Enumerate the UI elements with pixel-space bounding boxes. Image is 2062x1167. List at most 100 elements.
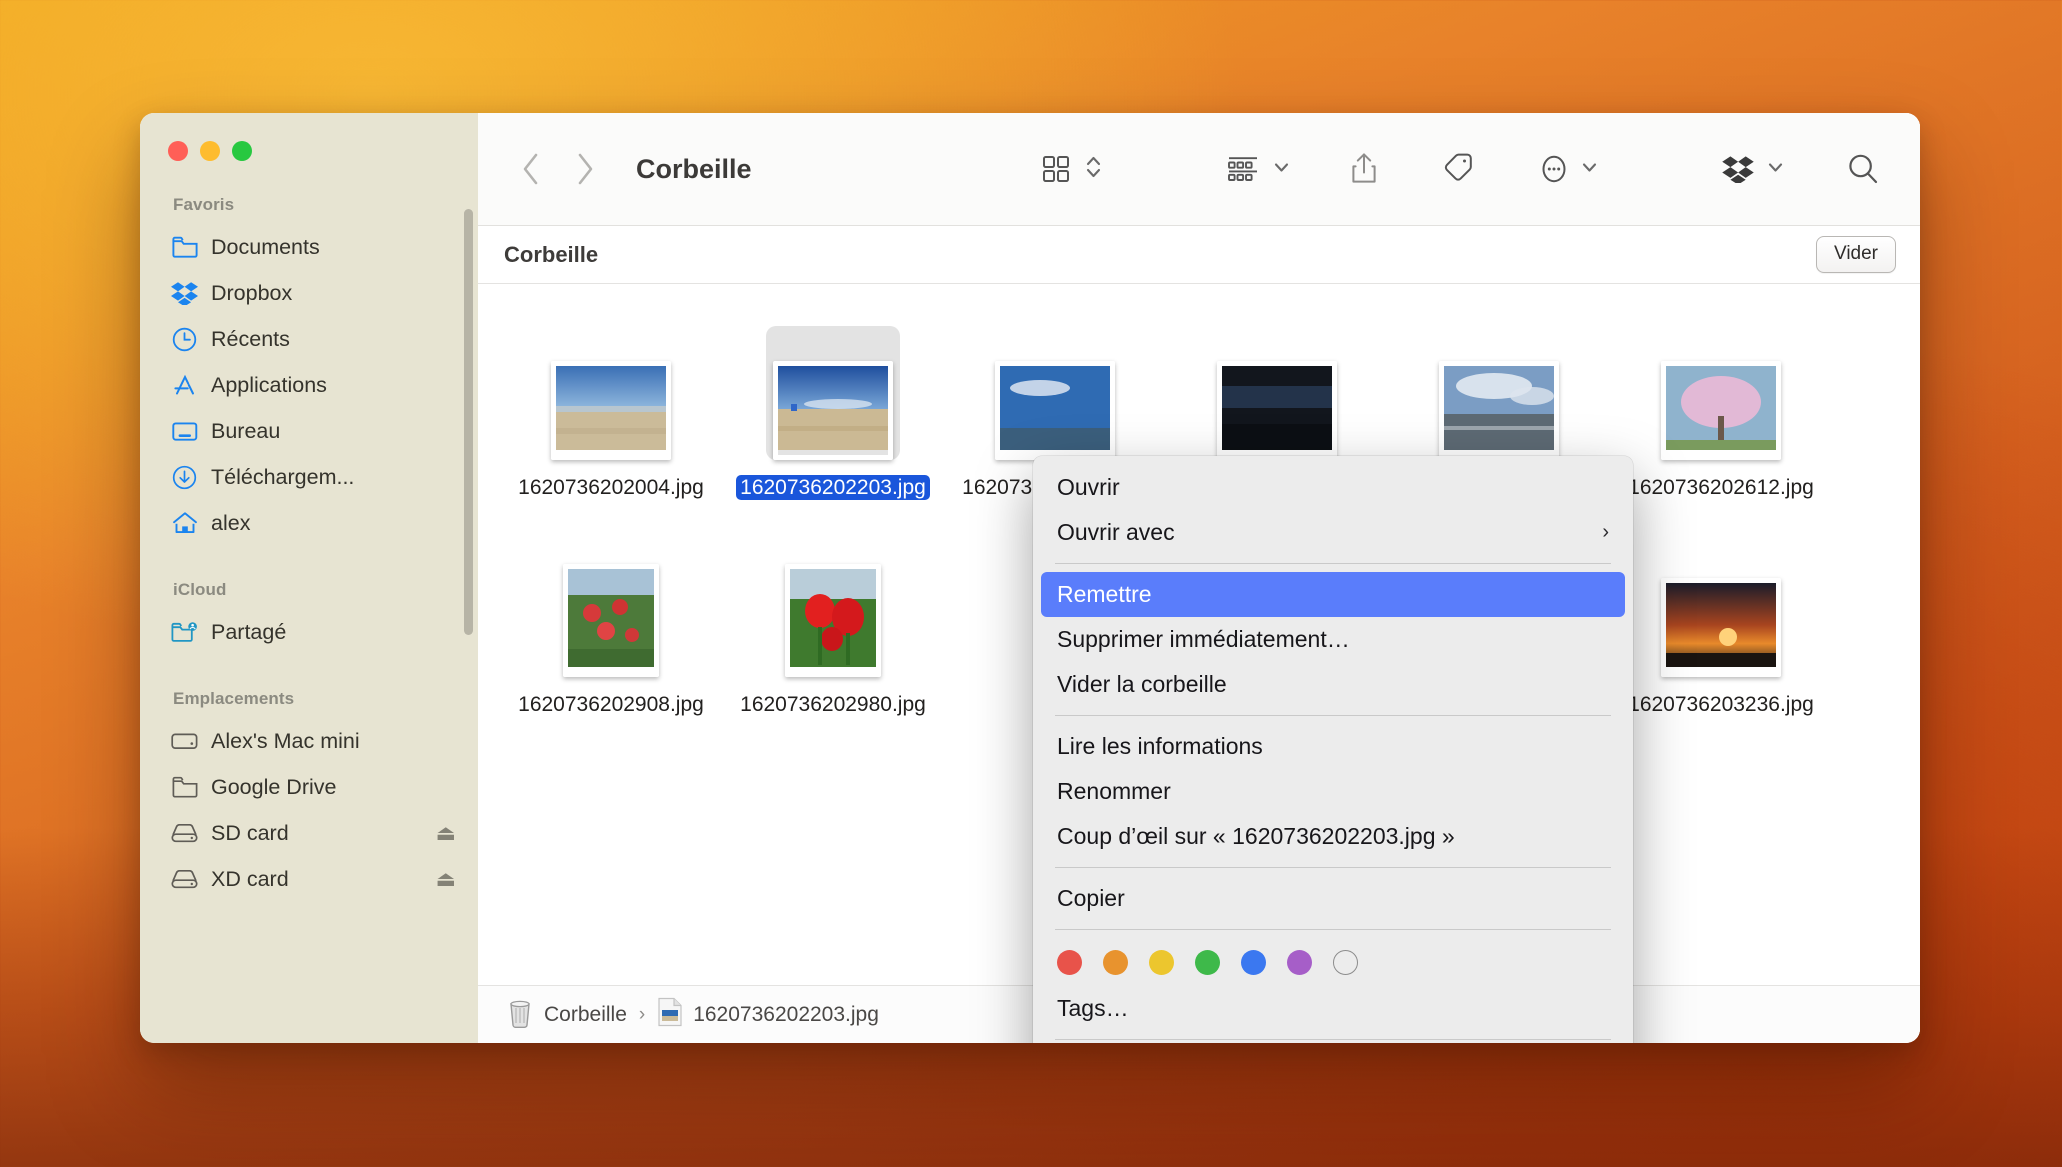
more-actions-control[interactable] bbox=[1534, 152, 1598, 186]
chevron-down-icon[interactable] bbox=[1767, 160, 1784, 179]
folder-icon bbox=[171, 234, 198, 261]
mac-mini-icon bbox=[171, 728, 198, 755]
tag-color-row[interactable] bbox=[1033, 938, 1633, 986]
context-menu[interactable]: Ouvrir Ouvrir avec › Remettre Supprimer … bbox=[1033, 456, 1633, 1043]
file-thumbnail bbox=[563, 564, 659, 678]
sidebar-item-documents[interactable]: Documents bbox=[140, 224, 478, 270]
menu-item-ouvrir-avec[interactable]: Ouvrir avec › bbox=[1041, 510, 1625, 555]
sidebar-item-label: Documents bbox=[211, 234, 320, 259]
zoom-button[interactable] bbox=[232, 141, 252, 161]
sidebar-item-dropbox[interactable]: Dropbox bbox=[140, 270, 478, 316]
menu-separator bbox=[1055, 1039, 1611, 1040]
minimize-button[interactable] bbox=[200, 141, 220, 161]
menu-item-label: Ouvrir avec bbox=[1057, 519, 1175, 545]
sidebar-item-label: XD card bbox=[211, 866, 289, 891]
clock-icon bbox=[171, 326, 198, 353]
disk-icon bbox=[171, 820, 198, 847]
menu-item-remettre[interactable]: Remettre bbox=[1041, 572, 1625, 617]
close-button[interactable] bbox=[168, 141, 188, 161]
more-ellipsis-icon[interactable] bbox=[1534, 152, 1574, 186]
view-mode-control[interactable] bbox=[1034, 151, 1102, 188]
file-thumbnail bbox=[995, 361, 1115, 460]
file-item[interactable]: 1620736202612.jpg bbox=[1610, 306, 1832, 501]
sidebar-item-applications[interactable]: Applications bbox=[140, 362, 478, 408]
tag-color-red[interactable] bbox=[1057, 950, 1082, 975]
file-thumbnail-frame bbox=[1654, 543, 1788, 678]
sidebar-scrollbar[interactable] bbox=[464, 209, 473, 635]
sidebar-item-google-drive[interactable]: Google Drive bbox=[140, 764, 478, 810]
tag-color-orange[interactable] bbox=[1103, 950, 1128, 975]
sidebar-item-label: Récents bbox=[211, 326, 290, 351]
menu-item-copier[interactable]: Copier bbox=[1041, 876, 1625, 921]
sidebar-item-recents[interactable]: Récents bbox=[140, 316, 478, 362]
sidebar-item-sd-card[interactable]: SD card ⏏ bbox=[140, 810, 478, 856]
submenu-chevron-icon: › bbox=[1602, 521, 1609, 543]
file-thumbnail-frame bbox=[1210, 326, 1344, 460]
path-root[interactable]: Corbeille bbox=[544, 1003, 627, 1027]
sidebar-item-label: Téléchargem... bbox=[211, 464, 355, 489]
file-name: 1620736202980.jpg bbox=[740, 693, 926, 717]
sidebar-scroll-area[interactable]: Favoris Documents Dropbox Récents Applic… bbox=[140, 161, 478, 902]
file-thumbnail-frame bbox=[988, 326, 1122, 460]
eject-icon[interactable]: ⏏ bbox=[436, 821, 456, 846]
menu-item-coup-doeil[interactable]: Coup d’œil sur « 1620736202203.jpg » bbox=[1041, 814, 1625, 859]
dropbox-icon[interactable] bbox=[1716, 155, 1760, 183]
file-item[interactable]: 1620736202980.jpg bbox=[722, 523, 944, 718]
file-name: 1620736202004.jpg bbox=[518, 476, 704, 499]
menu-item-lire-les-informations[interactable]: Lire les informations bbox=[1041, 724, 1625, 769]
chevron-down-icon[interactable] bbox=[1581, 160, 1598, 179]
eject-icon[interactable]: ⏏ bbox=[436, 867, 456, 892]
folder-title: Corbeille bbox=[504, 241, 599, 267]
group-by-control[interactable] bbox=[1220, 155, 1290, 183]
share-icon[interactable] bbox=[1344, 152, 1384, 186]
file-thumbnail-frame bbox=[1432, 326, 1566, 460]
sidebar-item-mac-mini[interactable]: Alex's Mac mini bbox=[140, 718, 478, 764]
grid-view-icon[interactable] bbox=[1034, 153, 1078, 185]
file-item-selected[interactable]: 1620736202203.jpg bbox=[722, 306, 944, 501]
dropbox-toolbar-control[interactable] bbox=[1716, 155, 1784, 183]
file-name: 1620736202203.jpg bbox=[731, 475, 936, 501]
sidebar-item-label: alex bbox=[211, 510, 251, 535]
empty-trash-button[interactable]: Vider bbox=[1815, 236, 1896, 273]
menu-item-renommer[interactable]: Renommer bbox=[1041, 769, 1625, 814]
sidebar-item-label: Dropbox bbox=[211, 280, 293, 305]
sidebar-heading-icloud: iCloud bbox=[173, 580, 227, 599]
tag-color-none[interactable] bbox=[1333, 950, 1358, 975]
sidebar-item-label: Bureau bbox=[211, 418, 281, 443]
menu-item-tags[interactable]: Tags… bbox=[1041, 986, 1625, 1031]
tag-color-green[interactable] bbox=[1195, 950, 1220, 975]
file-item[interactable]: 1620736202004.jpg bbox=[500, 306, 722, 501]
tag-icon[interactable] bbox=[1436, 152, 1480, 186]
search-icon[interactable] bbox=[1840, 152, 1886, 186]
stepper-updown-icon[interactable] bbox=[1085, 151, 1102, 188]
forward-button[interactable] bbox=[558, 145, 614, 193]
sidebar-item-telechargements[interactable]: Téléchargem... bbox=[140, 454, 478, 500]
trash-icon bbox=[506, 996, 534, 1034]
home-icon bbox=[171, 510, 198, 537]
menu-item-vider-la-corbeille[interactable]: Vider la corbeille bbox=[1041, 662, 1625, 707]
file-thumbnail-frame bbox=[544, 326, 678, 460]
sidebar-item-alex[interactable]: alex bbox=[140, 500, 478, 546]
sidebar: Favoris Documents Dropbox Récents Applic… bbox=[140, 113, 478, 1043]
sidebar-item-xd-card[interactable]: XD card ⏏ bbox=[140, 856, 478, 902]
tag-color-purple[interactable] bbox=[1287, 950, 1312, 975]
file-name-highlight: 1620736202203.jpg bbox=[736, 475, 930, 500]
back-button[interactable] bbox=[502, 145, 558, 193]
menu-item-supprimer-immediatement[interactable]: Supprimer immédiatement… bbox=[1041, 617, 1625, 662]
sidebar-item-partage[interactable]: Partagé bbox=[140, 609, 478, 655]
sidebar-item-label: SD card bbox=[211, 820, 289, 845]
file-thumbnail-frame bbox=[766, 543, 900, 678]
tag-color-blue[interactable] bbox=[1241, 950, 1266, 975]
file-item[interactable]: 1620736203236.jpg bbox=[1610, 523, 1832, 718]
list-view-icon[interactable] bbox=[1220, 155, 1266, 183]
file-thumbnail bbox=[785, 564, 881, 678]
dropbox-icon bbox=[171, 280, 198, 307]
sidebar-item-label: Google Drive bbox=[211, 774, 337, 799]
path-file[interactable]: 1620736202203.jpg bbox=[693, 1003, 879, 1027]
sidebar-item-bureau[interactable]: Bureau bbox=[140, 408, 478, 454]
menu-item-ouvrir[interactable]: Ouvrir bbox=[1041, 465, 1625, 510]
file-item[interactable]: 1620736202908.jpg bbox=[500, 523, 722, 718]
chevron-down-icon[interactable] bbox=[1273, 160, 1290, 179]
tag-color-yellow[interactable] bbox=[1149, 950, 1174, 975]
